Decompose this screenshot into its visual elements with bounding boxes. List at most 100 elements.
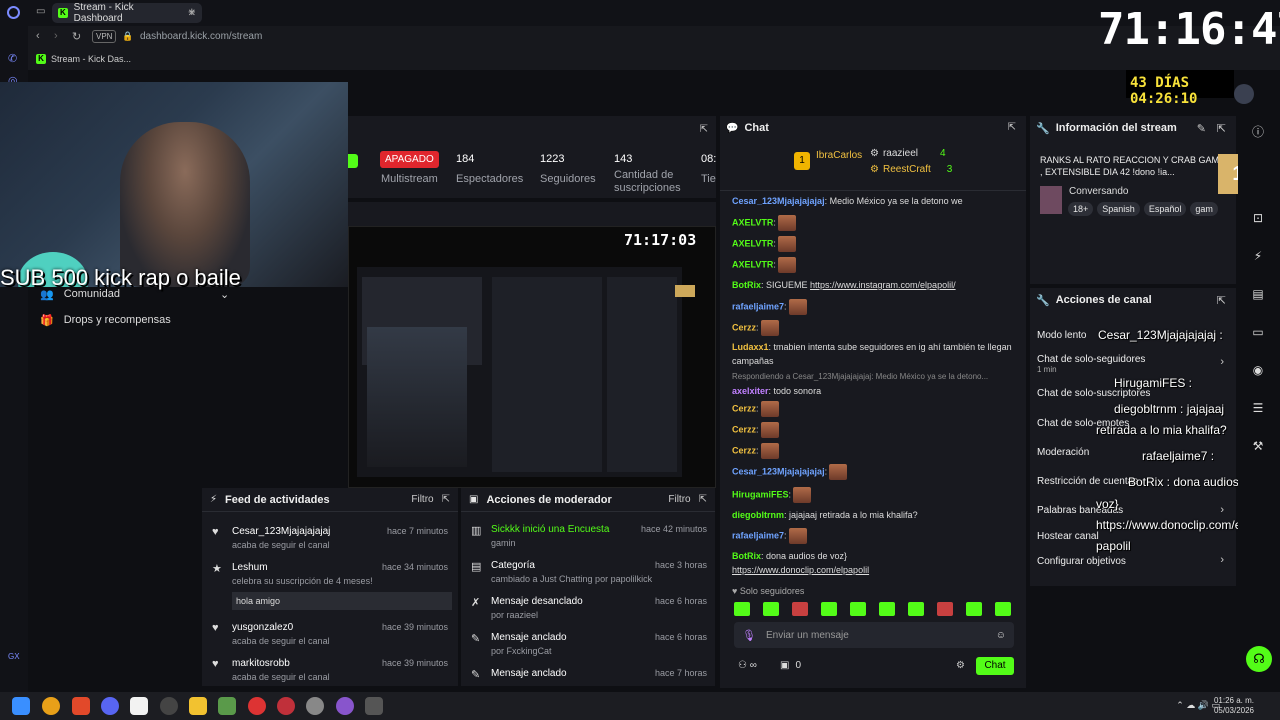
modact-item[interactable]: ✎ Mensaje anclado por FxckingCat hace 6 …: [471, 632, 711, 656]
feed-item[interactable]: ★ Leshum celebra su suscripción de 4 mes…: [212, 562, 452, 610]
chat-username[interactable]: Cesar_123Mjajajajajaj: [732, 196, 825, 206]
chat-username[interactable]: Cerzz: [732, 424, 756, 434]
feed-item[interactable]: ♥ yusgonzalez0 acaba de seguir el canal …: [212, 622, 452, 646]
chat-message[interactable]: AXELVTR:: [732, 257, 1020, 273]
tag[interactable]: Español: [1143, 202, 1187, 216]
chat-username[interactable]: Cerzz: [732, 322, 756, 332]
chat-message[interactable]: Cerzz:: [732, 422, 1020, 438]
folder-icon[interactable]: [189, 697, 207, 715]
tab-menu-icon[interactable]: ▭: [36, 6, 45, 17]
chat-message[interactable]: Cerzz:: [732, 443, 1020, 459]
edit-icon[interactable]: ✎: [1197, 122, 1206, 135]
chat-username[interactable]: AXELVTR: [732, 259, 773, 269]
emote-icon[interactable]: [908, 602, 924, 616]
brave-icon[interactable]: [72, 697, 90, 715]
action-moderation[interactable]: Moderación: [1037, 447, 1089, 458]
chat-message[interactable]: rafaeljaime7:: [732, 528, 1020, 544]
chat-message[interactable]: BotRix: dona audios de voz} https://www.d…: [732, 549, 1020, 577]
action-account-restriction[interactable]: Restricción de cuentas: [1037, 476, 1138, 487]
settings-icon[interactable]: [306, 697, 324, 715]
app-icon[interactable]: [336, 697, 354, 715]
chat-icon[interactable]: ▭: [1246, 320, 1270, 344]
emote-icon[interactable]: [850, 602, 866, 616]
chat-message[interactable]: AXELVTR:: [732, 236, 1020, 252]
chat-reply-line[interactable]: Respondiendo a Cesar_123Mjajajajajaj: Me…: [732, 370, 1020, 384]
avatar[interactable]: [1234, 84, 1254, 104]
taskbar-clock[interactable]: 01:26 a. m. 05/03/2026: [1214, 696, 1254, 716]
emote-icon[interactable]: [937, 602, 953, 616]
chat-message[interactable]: Cesar_123Mjajajajajaj:: [732, 464, 1020, 480]
url-field[interactable]: dashboard.kick.com/stream: [140, 31, 262, 42]
chat-message[interactable]: diegobltrnm: jajajaaj retirada a lo mia …: [732, 508, 1020, 522]
emote-icon[interactable]: [879, 602, 895, 616]
chat-username[interactable]: Cerzz: [732, 445, 756, 455]
steam-icon[interactable]: [160, 697, 178, 715]
stream-preview[interactable]: 71:17:03: [348, 226, 716, 488]
back-icon[interactable]: ‹: [36, 30, 40, 42]
chat-message[interactable]: rafaeljaime7:: [732, 299, 1020, 315]
chat-send-button[interactable]: Chat: [976, 657, 1014, 675]
action-followers-only[interactable]: Chat de solo-seguidores: [1037, 354, 1145, 365]
chat-username[interactable]: AXELVTR: [732, 238, 773, 248]
chat-message[interactable]: BotRix: SIGUEME https://www.instagram.co…: [732, 278, 1020, 292]
top-gifter-2[interactable]: ⚙ raazieel 4: [870, 148, 946, 159]
app-icon[interactable]: [42, 697, 60, 715]
clip-icon[interactable]: ⊡: [1246, 206, 1270, 230]
broadcast-icon[interactable]: ◉: [1246, 358, 1270, 382]
chat-message[interactable]: Cerzz:: [732, 320, 1020, 336]
feed-item[interactable]: ♥ Cesar_123Mjajajajajaj acaba de seguir …: [212, 526, 452, 550]
chat-username[interactable]: Cerzz: [732, 403, 756, 413]
feed-item[interactable]: ♥ markitosrobb acaba de seguir el canal …: [212, 658, 452, 682]
chat-message[interactable]: Cerzz:: [732, 401, 1020, 417]
modact-item[interactable]: ▥ Sickkk inició una Encuesta gamin hace …: [471, 524, 711, 548]
document-icon[interactable]: ▤: [1246, 282, 1270, 306]
emote-icon[interactable]: [821, 602, 837, 616]
action-slow-mode[interactable]: Modo lento: [1037, 330, 1086, 341]
forward-icon[interactable]: ›: [54, 30, 58, 42]
windows-start-icon[interactable]: [12, 697, 30, 715]
popout-icon[interactable]: ⇱: [1217, 122, 1226, 135]
chat-message[interactable]: axelxiter: todo sonora: [732, 384, 1020, 398]
app-icon[interactable]: [248, 697, 266, 715]
stat-multistream[interactable]: APAGADO Multistream: [380, 151, 439, 185]
hammer-icon[interactable]: ⚒: [1246, 434, 1270, 458]
infinity-icon[interactable]: ⚇ ∞: [738, 660, 757, 671]
gamepad-icon[interactable]: [218, 697, 236, 715]
chat-username[interactable]: Ludaxx1: [732, 342, 769, 352]
chat-username[interactable]: HirugamiFES: [732, 489, 789, 499]
chat-username[interactable]: AXELVTR: [732, 217, 773, 227]
new-tab-icon[interactable]: +: [188, 4, 196, 19]
chevron-right-icon[interactable]: ›: [1220, 356, 1224, 368]
popout-icon[interactable]: ⇱: [699, 494, 707, 505]
points[interactable]: ▣ 0: [780, 660, 801, 671]
feed-filter-button[interactable]: Filtro: [411, 494, 433, 505]
emote-icon[interactable]: [995, 602, 1011, 616]
app-icon[interactable]: [365, 697, 383, 715]
gx-icon[interactable]: GX: [8, 652, 20, 661]
tag[interactable]: Spanish: [1097, 202, 1140, 216]
chat-username[interactable]: rafaeljaime7: [732, 530, 784, 540]
chat-message[interactable]: AXELVTR:: [732, 215, 1020, 231]
vpn-badge[interactable]: VPN: [92, 30, 117, 43]
top-gifter-3[interactable]: ⚙ ReestCraft 3: [870, 164, 952, 175]
lightning-icon[interactable]: ⚡: [1246, 244, 1270, 268]
reload-icon[interactable]: ↻: [72, 30, 81, 43]
modact-item[interactable]: ✎ Mensaje anclado hace 7 horas: [471, 668, 711, 681]
modact-item[interactable]: ✗ Mensaje desanclado por raazieel hace 6…: [471, 596, 711, 620]
mic-icon[interactable]: 🎙: [742, 629, 756, 642]
action-host-channel[interactable]: Hostear canal: [1037, 531, 1099, 542]
chat-input[interactable]: 🎙 Enviar un mensaje ☺: [734, 622, 1014, 648]
discord-icon[interactable]: [101, 697, 119, 715]
support-icon[interactable]: ☊: [1246, 646, 1272, 672]
tag[interactable]: gam: [1190, 202, 1218, 216]
opera-gx-icon[interactable]: [277, 697, 295, 715]
chat-username[interactable]: axelxiter: [732, 386, 769, 396]
chat-username[interactable]: BotRix: [732, 551, 761, 561]
emote-icon[interactable]: [763, 602, 779, 616]
messenger-icon[interactable]: ✆: [8, 52, 17, 65]
nav-drops[interactable]: 🎁 Drops y recompensas: [40, 314, 171, 327]
modact-item[interactable]: ▤ Categoría cambiado a Just Chatting por…: [471, 560, 711, 584]
opera-logo-icon[interactable]: [7, 6, 20, 19]
tag[interactable]: 18+: [1068, 202, 1094, 216]
popout-icon[interactable]: ⇱: [442, 494, 450, 505]
